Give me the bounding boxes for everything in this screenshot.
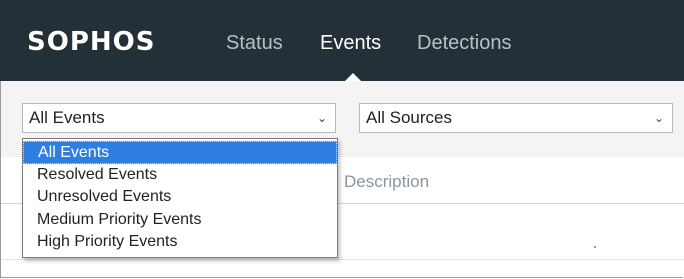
dropdown-option-all-events[interactable]: All Events (23, 141, 337, 164)
dropdown-option-medium-priority-events[interactable]: Medium Priority Events (23, 209, 337, 232)
sophos-logo: SOPHOS (27, 27, 156, 57)
nav-tab-detections[interactable]: Detections (417, 30, 512, 56)
dropdown-option-high-priority-events[interactable]: High Priority Events (23, 231, 337, 254)
caret-up-icon (345, 73, 361, 81)
divider (1, 259, 684, 260)
source-filter-value: All Sources (366, 108, 452, 127)
event-filter-value: All Events (29, 108, 105, 127)
divider (594, 246, 596, 248)
event-filter-select[interactable]: All Events ⌄ (22, 103, 336, 133)
column-header-description[interactable]: Description (344, 172, 429, 192)
dropdown-option-unresolved-events[interactable]: Unresolved Events (23, 186, 337, 209)
nav-tab-events[interactable]: Events (320, 30, 381, 56)
chevron-down-icon: ⌄ (316, 111, 327, 125)
source-filter-select[interactable]: All Sources ⌄ (359, 103, 673, 133)
nav-tab-status[interactable]: Status (226, 30, 283, 56)
dropdown-option-resolved-events[interactable]: Resolved Events (23, 164, 337, 187)
event-filter-dropdown-list: All Events Resolved Events Unresolved Ev… (22, 138, 338, 258)
chevron-down-icon: ⌄ (653, 111, 664, 125)
